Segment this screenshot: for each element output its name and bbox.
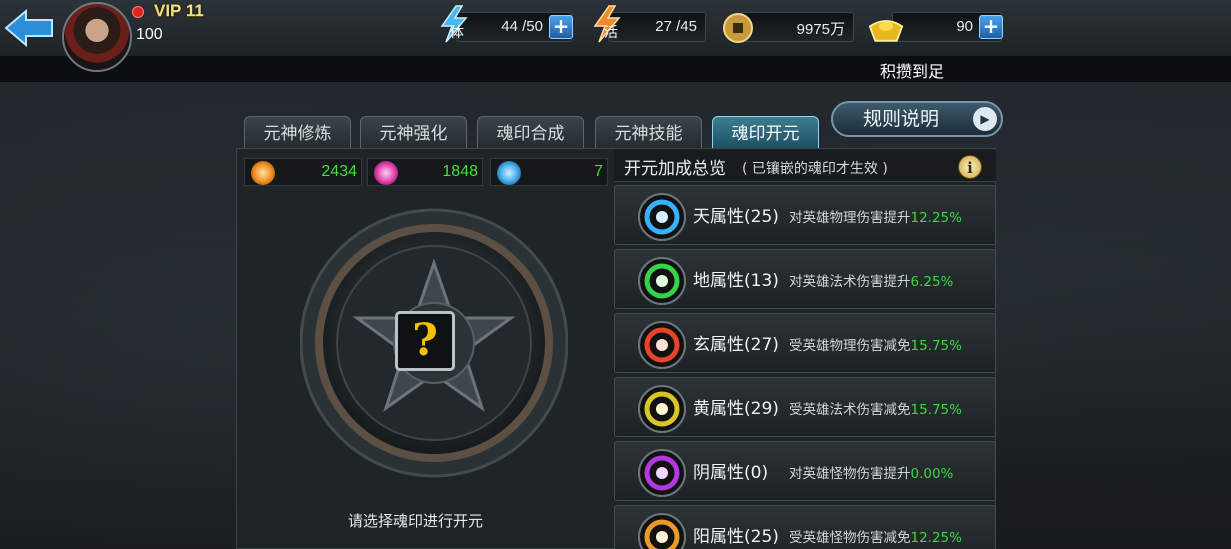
orange-orb-icon (251, 161, 275, 185)
attribute-name: 阴属性(0) (693, 463, 769, 483)
coins-value: 9975万 (796, 21, 845, 38)
attribute-desc: 对英雄物理伤害提升12.25% (789, 210, 962, 226)
pink-orb-count: 1848 (442, 163, 478, 180)
coin-icon (723, 13, 753, 43)
attribute-row-sky: 天属性(25) 对英雄物理伤害提升12.25% (614, 185, 996, 245)
attribute-row-yin: 阴属性(0) 对英雄怪物伤害提升0.00% (614, 441, 996, 501)
info-icon[interactable]: i (958, 155, 982, 179)
attribute-desc: 受英雄法术伤害减免15.75% (789, 402, 962, 418)
tab-seal-compose[interactable]: 魂印合成 (477, 116, 584, 152)
yin-gem-icon (638, 449, 686, 497)
select-seal-prompt: 请选择魂印进行开元 (348, 512, 484, 530)
ingot-plus-button[interactable]: + (979, 15, 1003, 39)
attribute-row-yang: 阳属性(25) 受英雄怪物伤害减免12.25% (614, 505, 996, 549)
energy-icon-label: 活 (604, 25, 618, 41)
rules-button-label: 规则说明 (863, 108, 940, 130)
pink-orb-counter: 1848 (367, 158, 483, 186)
tab-spirit-training[interactable]: 元神修炼 (244, 116, 351, 152)
attribute-row-earth: 地属性(13) 对英雄法术伤害提升6.25% (614, 249, 996, 309)
attribute-name: 黄属性(29) (693, 399, 779, 419)
attribute-row-mystic: 玄属性(27) 受英雄物理伤害减免15.75% (614, 313, 996, 373)
attribute-desc: 受英雄怪物伤害减免12.25% (789, 530, 962, 546)
stamina-bar: 44 /50 + (456, 12, 573, 42)
top-strip (0, 56, 1231, 82)
notification-dot (132, 6, 144, 18)
tab-spirit-skill[interactable]: 元神技能 (595, 116, 702, 152)
tab-seal-awaken[interactable]: 魂印开元 (712, 116, 819, 152)
attribute-desc: 对英雄怪物伤害提升0.00% (789, 466, 954, 482)
coins-bar: 9975万 (740, 12, 854, 42)
blue-orb-counter: 7 (490, 158, 608, 186)
mystic-gem-icon (638, 321, 686, 369)
header-hint: 积攒到足 (880, 62, 945, 81)
rules-button[interactable]: 规则说明 ▶ (831, 101, 1003, 137)
back-arrow-icon[interactable] (4, 8, 56, 48)
attribute-desc: 对英雄法术伤害提升6.25% (789, 274, 954, 290)
sky-gem-icon (638, 193, 686, 241)
attribute-desc: 受英雄物理伤害减免15.75% (789, 338, 962, 354)
stamina-value: 44 /50 (501, 18, 543, 35)
tab-spirit-enhance[interactable]: 元神强化 (360, 116, 467, 152)
attribute-name: 阳属性(25) (693, 527, 779, 547)
energy-value: 27 /45 (655, 18, 697, 35)
attribute-name: 天属性(25) (693, 207, 779, 227)
overview-header: 开元加成总览 ( 已镶嵌的魂印才生效 ) (614, 150, 996, 182)
orange-orb-count: 2434 (321, 163, 357, 180)
earth-gem-icon (638, 257, 686, 305)
question-mark-icon[interactable]: ? (395, 311, 455, 371)
orange-orb-counter: 2434 (244, 158, 362, 186)
ingot-bar: 90 + (892, 12, 1003, 42)
stamina-icon-label: 体 (450, 25, 464, 41)
attribute-name: 地属性(13) (693, 271, 779, 291)
attribute-name: 玄属性(27) (693, 335, 779, 355)
blue-orb-icon (497, 161, 521, 185)
attribute-row-yellow: 黄属性(29) 受英雄法术伤害减免15.75% (614, 377, 996, 437)
vip-badge[interactable]: VIP 11 (154, 1, 204, 21)
ingot-value: 90 (956, 18, 973, 35)
pink-orb-icon (374, 161, 398, 185)
stamina-plus-button[interactable]: + (549, 15, 573, 39)
play-arrow-icon: ▶ (973, 107, 997, 131)
yellow-gem-icon (638, 385, 686, 433)
player-level: 100 (136, 26, 163, 43)
yang-gem-icon (638, 513, 686, 549)
overview-title: 开元加成总览 (624, 159, 726, 179)
overview-note: ( 已镶嵌的魂印才生效 ) (742, 161, 888, 177)
gold-ingot-icon (868, 20, 904, 42)
blue-orb-count: 7 (594, 163, 603, 180)
avatar[interactable] (62, 2, 132, 72)
